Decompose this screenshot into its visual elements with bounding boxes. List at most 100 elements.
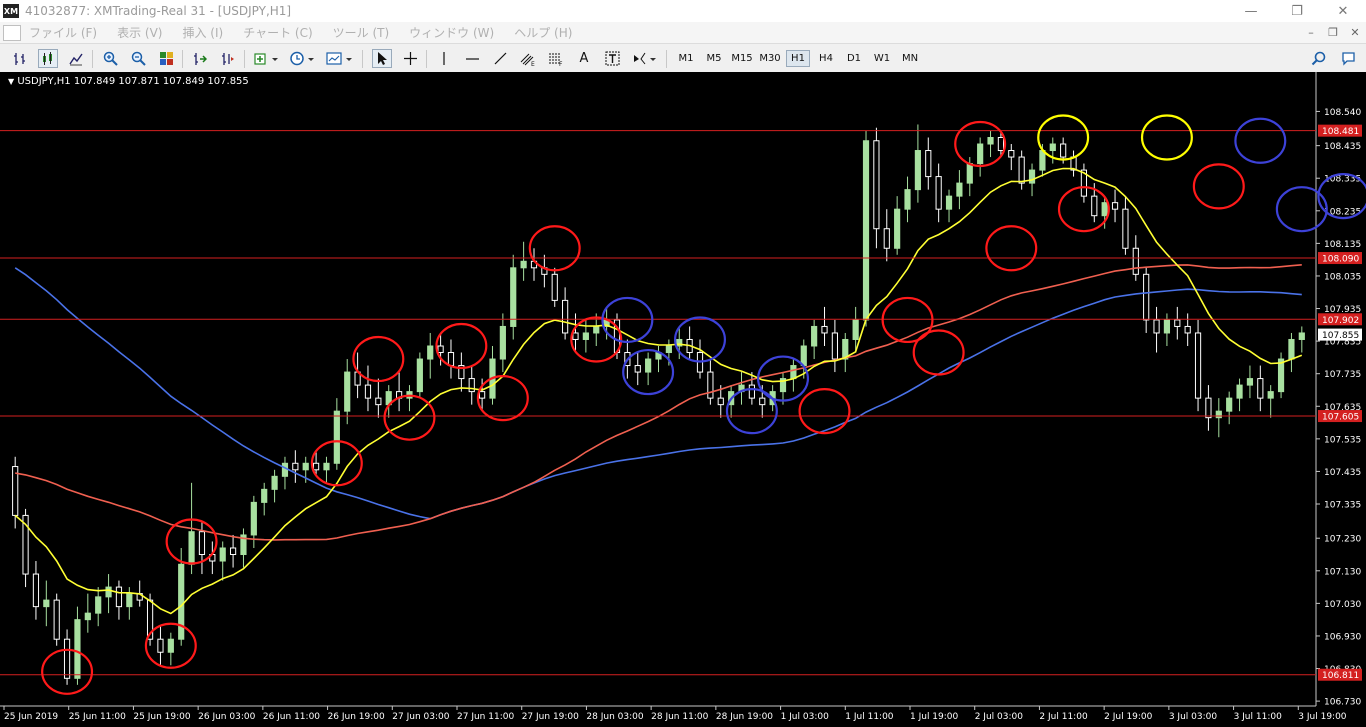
minimize-icon[interactable]: — bbox=[1228, 0, 1274, 22]
candle-body bbox=[250, 501, 257, 536]
separator bbox=[362, 50, 363, 68]
cursor-arrow-icon[interactable] bbox=[372, 49, 392, 68]
price-tick-label: 107.535 bbox=[1324, 435, 1361, 445]
horizontal-line-icon[interactable] bbox=[462, 49, 482, 68]
arrows-dropdown-icon[interactable] bbox=[630, 49, 660, 68]
timeframe-h4-button[interactable]: H4 bbox=[814, 50, 838, 67]
menu-view[interactable]: 表示 (V) bbox=[117, 24, 162, 41]
price-chart[interactable]: 108.540108.435108.335108.235108.135108.0… bbox=[0, 72, 1366, 727]
timeframe-m1-button[interactable]: M1 bbox=[674, 50, 698, 67]
candle-body bbox=[1008, 150, 1015, 158]
time-tick-label: 26 Jun 11:00 bbox=[263, 712, 320, 722]
candle-body bbox=[821, 325, 828, 334]
menu-charts[interactable]: チャート (C) bbox=[243, 24, 312, 41]
templates-dropdown-icon[interactable] bbox=[324, 49, 356, 68]
line-chart-icon[interactable] bbox=[66, 49, 86, 68]
zoom-out-icon[interactable] bbox=[128, 49, 148, 68]
text-label-icon[interactable] bbox=[602, 49, 622, 68]
candle-body bbox=[1111, 202, 1119, 210]
chart-document-icon[interactable] bbox=[3, 24, 21, 41]
candle-body bbox=[126, 593, 133, 608]
candle-body bbox=[271, 475, 278, 490]
crosshair-icon[interactable] bbox=[400, 49, 420, 68]
trendline-icon[interactable] bbox=[490, 49, 510, 68]
menu-file[interactable]: ファイル (F) bbox=[29, 24, 97, 41]
candle-body bbox=[198, 531, 206, 556]
periodicity-clock-icon[interactable] bbox=[288, 49, 318, 68]
chart-menu-triangle-icon[interactable]: ▼ bbox=[8, 77, 14, 86]
candle-body bbox=[1101, 202, 1108, 217]
menu-help[interactable]: ヘルプ (H) bbox=[514, 24, 572, 41]
tile-windows-icon[interactable] bbox=[156, 49, 176, 68]
timeframe-w1-button[interactable]: W1 bbox=[870, 50, 894, 67]
candle-body bbox=[914, 150, 921, 191]
separator bbox=[426, 50, 427, 68]
timeframe-mn-button[interactable]: MN bbox=[897, 50, 923, 67]
current-price-label: 107.855 bbox=[1322, 331, 1359, 341]
candle-body bbox=[800, 345, 807, 367]
menu-tools[interactable]: ツール (T) bbox=[333, 24, 390, 41]
candle-body bbox=[748, 384, 755, 399]
timeframe-h1-button[interactable]: H1 bbox=[786, 50, 810, 67]
timeframe-m15-button[interactable]: M15 bbox=[729, 50, 755, 67]
candle-body bbox=[416, 358, 423, 393]
candle-body bbox=[1246, 378, 1254, 386]
mdi-close-icon[interactable]: ✕ bbox=[1344, 26, 1366, 39]
time-tick-label: 27 Jun 03:00 bbox=[392, 712, 449, 722]
menu-window[interactable]: ウィンドウ (W) bbox=[409, 24, 494, 41]
price-tick-label: 107.130 bbox=[1324, 567, 1361, 577]
candle-body bbox=[551, 273, 558, 301]
candle-body bbox=[84, 612, 91, 621]
candle bbox=[510, 254, 517, 340]
timeframe-d1-button[interactable]: D1 bbox=[842, 50, 866, 67]
candle-body bbox=[74, 619, 81, 679]
candle-body bbox=[945, 195, 953, 210]
candle-body bbox=[1143, 273, 1150, 321]
separator bbox=[244, 50, 245, 68]
mdi-controls: – ❐ ✕ bbox=[1300, 22, 1366, 43]
mdi-restore-icon[interactable]: ❐ bbox=[1322, 26, 1344, 39]
candle-body bbox=[1018, 156, 1025, 184]
indicators-dropdown-icon[interactable] bbox=[252, 49, 282, 68]
text-tool-icon[interactable]: A bbox=[574, 49, 594, 68]
separator bbox=[92, 50, 93, 68]
time-tick-label: 27 Jun 19:00 bbox=[522, 712, 579, 722]
timeframe-m30-button[interactable]: M30 bbox=[757, 50, 783, 67]
search-icon[interactable] bbox=[1308, 49, 1328, 68]
vertical-line-icon[interactable] bbox=[434, 49, 454, 68]
time-tick-label: 25 Jun 2019 bbox=[4, 712, 58, 722]
mdi-minimize-icon[interactable]: – bbox=[1300, 26, 1322, 39]
auto-scroll-icon[interactable] bbox=[190, 49, 210, 68]
candle-body bbox=[323, 462, 330, 471]
bar-chart-icon[interactable] bbox=[10, 49, 30, 68]
chart-ohlc: 107.849 107.871 107.849 107.855 bbox=[73, 76, 249, 87]
price-tick-label: 108.135 bbox=[1324, 240, 1361, 250]
timeframe-m5-button[interactable]: M5 bbox=[702, 50, 726, 67]
chart-shift-icon[interactable] bbox=[218, 49, 238, 68]
time-tick-label: 1 Jul 19:00 bbox=[910, 712, 959, 722]
menu-insert[interactable]: 挿入 (I) bbox=[182, 24, 223, 41]
candle-body bbox=[427, 345, 434, 360]
candle-body bbox=[997, 136, 1005, 152]
candle-body bbox=[593, 325, 600, 334]
candle-body bbox=[1091, 195, 1098, 217]
xm-app-icon: XM bbox=[3, 4, 19, 18]
candlestick-chart-icon[interactable] bbox=[38, 49, 58, 68]
close-icon[interactable]: ✕ bbox=[1320, 0, 1366, 22]
chart-window[interactable]: 108.540 108.435 108.335 108.235 108.135 108.0… bbox=[0, 72, 1366, 727]
price-tick-label: 108.035 bbox=[1324, 272, 1361, 282]
candle bbox=[862, 130, 870, 327]
equidistant-channel-icon[interactable]: E bbox=[518, 49, 538, 68]
candle-body bbox=[925, 150, 932, 178]
toolbar: E F A M1 M5 M15 M30 H1 H4 D1 W1 MN bbox=[0, 43, 1366, 74]
zoom-in-icon[interactable] bbox=[100, 49, 120, 68]
price-level-label: 108.090 bbox=[1322, 255, 1359, 265]
candle-body bbox=[447, 352, 455, 367]
restore-icon[interactable]: ❐ bbox=[1274, 0, 1320, 22]
candle-body bbox=[281, 462, 289, 477]
candle-body bbox=[1122, 208, 1129, 249]
chart-background bbox=[0, 72, 1366, 727]
candle-body bbox=[105, 586, 112, 598]
fibonacci-retracement-icon[interactable]: F bbox=[546, 49, 566, 68]
chat-icon[interactable] bbox=[1338, 49, 1358, 68]
